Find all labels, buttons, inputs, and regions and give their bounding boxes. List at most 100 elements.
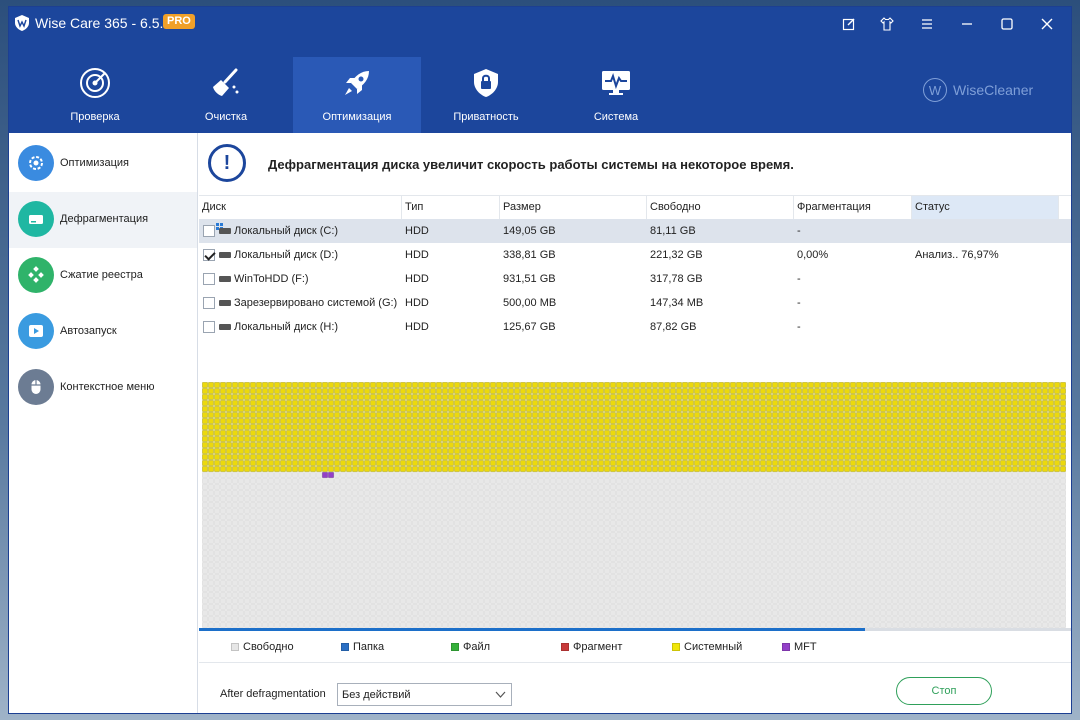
col-type[interactable]: Тип <box>402 196 500 219</box>
stop-button[interactable]: Стоп <box>896 677 992 705</box>
disk-type: HDD <box>405 273 429 285</box>
edit-icon <box>842 18 855 31</box>
col-fragmentation[interactable]: Фрагментация <box>794 196 912 219</box>
disk-type: HDD <box>405 225 429 237</box>
cluster-free-blocks <box>202 472 1066 628</box>
tab-check[interactable]: Проверка <box>31 57 159 133</box>
row-checkbox[interactable] <box>203 249 215 261</box>
tab-system[interactable]: Система <box>552 57 680 133</box>
progress-bar <box>199 628 1071 631</box>
after-defrag-value: Без действий <box>342 689 411 701</box>
col-status[interactable]: Статус <box>912 196 1059 219</box>
col-size[interactable]: Размер <box>500 196 647 219</box>
tab-check-label: Проверка <box>70 111 120 123</box>
hamburger-icon <box>922 19 932 29</box>
disk-name: Локальный диск (H:) <box>234 321 339 333</box>
hdd-icon <box>219 300 231 306</box>
hdd-icon <box>219 276 231 282</box>
wisecleaner-brand[interactable]: W WiseCleaner <box>923 78 1033 102</box>
progress-fill <box>199 628 866 631</box>
cluster-system-blocks <box>202 382 1066 472</box>
legend-item: Системный <box>672 640 742 654</box>
cluster-mft-block <box>322 472 328 478</box>
sidebar-item-defrag[interactable]: Дефрагментация <box>9 192 197 248</box>
skin-button[interactable] <box>876 14 898 34</box>
sidebar: Оптимизация Дефрагментация Сжатие реестр… <box>9 133 198 713</box>
menu-button[interactable] <box>916 14 938 34</box>
rocket-icon <box>345 71 369 95</box>
cluster-map <box>202 382 1068 628</box>
row-checkbox[interactable] <box>203 297 215 309</box>
close-button[interactable] <box>1036 14 1058 34</box>
legend-item: MFT <box>782 640 817 654</box>
disk-fragmentation: - <box>797 273 801 285</box>
disk-fragmentation: - <box>797 225 801 237</box>
maximize-button[interactable] <box>996 14 1018 34</box>
legend-swatch <box>341 643 349 651</box>
disk-type: HDD <box>405 321 429 333</box>
wisecleaner-logo-icon: W <box>923 78 947 102</box>
divider <box>199 662 1071 663</box>
disk-free: 317,78 GB <box>650 273 703 285</box>
after-defrag-label: After defragmentation <box>220 688 326 700</box>
sidebar-item-label: Дефрагментация <box>60 213 149 225</box>
cluster-grid <box>202 382 1066 628</box>
legend-label: MFT <box>794 641 817 653</box>
app-header: Wise Care 365 - 6.5.2 PRO Проверка Очист… <box>9 7 1071 133</box>
table-row[interactable]: Локальный диск (H:) HDD 125,67 GB 87,82 … <box>199 315 1071 339</box>
hdd-icon <box>219 324 231 330</box>
legend-swatch <box>451 643 459 651</box>
close-icon <box>1041 18 1053 30</box>
table-row[interactable]: Локальный диск (C:) HDD 149,05 GB 81,11 … <box>199 219 1071 243</box>
row-checkbox[interactable] <box>203 225 215 237</box>
disk-fragmentation: - <box>797 297 801 309</box>
minimize-icon <box>962 23 972 25</box>
disk-size: 149,05 GB <box>503 225 556 237</box>
disk-name: Локальный диск (D:) <box>234 249 339 261</box>
col-free[interactable]: Свободно <box>647 196 794 219</box>
minimize-button[interactable] <box>956 14 978 34</box>
disk-fragmentation: - <box>797 321 801 333</box>
legend-item: Папка <box>341 640 384 654</box>
disk-fragmentation: 0,00% <box>797 249 829 261</box>
table-row[interactable]: Зарезервировано системой (G:) HDD 500,00… <box>199 291 1071 315</box>
sidebar-item-context-menu[interactable]: Контекстное меню <box>9 360 197 416</box>
cluster-mft-block <box>328 472 334 478</box>
maximize-icon <box>1001 18 1013 30</box>
legend-label: Свободно <box>243 641 294 653</box>
sidebar-item-registry[interactable]: Сжатие реестра <box>9 248 197 304</box>
disk-size: 500,00 MB <box>503 297 557 309</box>
info-message: Дефрагментация диска увеличит скорость р… <box>268 157 794 172</box>
play-icon <box>18 313 54 349</box>
disk-size: 125,67 GB <box>503 321 556 333</box>
sidebar-item-optimization[interactable]: Оптимизация <box>9 136 197 192</box>
app-window: Wise Care 365 - 6.5.2 PRO Проверка Очист… <box>8 6 1072 714</box>
disk-free: 87,82 GB <box>650 321 697 333</box>
tab-privacy[interactable]: Приватность <box>422 57 550 133</box>
drive-icon <box>18 201 54 237</box>
tab-clean-label: Очистка <box>204 111 248 123</box>
row-checkbox[interactable] <box>203 321 215 333</box>
sidebar-item-label: Контекстное меню <box>60 381 155 393</box>
tab-optimize[interactable]: Оптимизация <box>293 57 421 133</box>
legend-item: Свободно <box>231 640 294 654</box>
sidebar-item-label: Сжатие реестра <box>60 269 143 281</box>
legend-label: Системный <box>684 641 743 653</box>
sidebar-item-autorun[interactable]: Автозапуск <box>9 304 197 360</box>
legend-swatch <box>782 643 790 651</box>
disk-type: HDD <box>405 249 429 261</box>
tab-clean[interactable]: Очистка <box>162 57 290 133</box>
disk-name: Локальный диск (C:) <box>234 225 339 237</box>
after-defrag-dropdown[interactable]: Без действий <box>337 683 512 706</box>
table-row[interactable]: WinToHDD (F:) HDD 931,51 GB 317,78 GB - <box>199 267 1071 291</box>
row-checkbox[interactable] <box>203 273 215 285</box>
broom-icon <box>213 68 239 96</box>
monitor-pulse-icon <box>602 71 630 95</box>
table-row[interactable]: Локальный диск (D:) HDD 338,81 GB 221,32… <box>199 243 1071 267</box>
feedback-button[interactable] <box>838 14 860 34</box>
disk-size: 931,51 GB <box>503 273 556 285</box>
col-disk[interactable]: Диск <box>199 196 402 219</box>
legend-label: Папка <box>353 641 385 653</box>
shirt-icon <box>880 17 894 31</box>
brand-name: WiseCleaner <box>953 82 1034 98</box>
